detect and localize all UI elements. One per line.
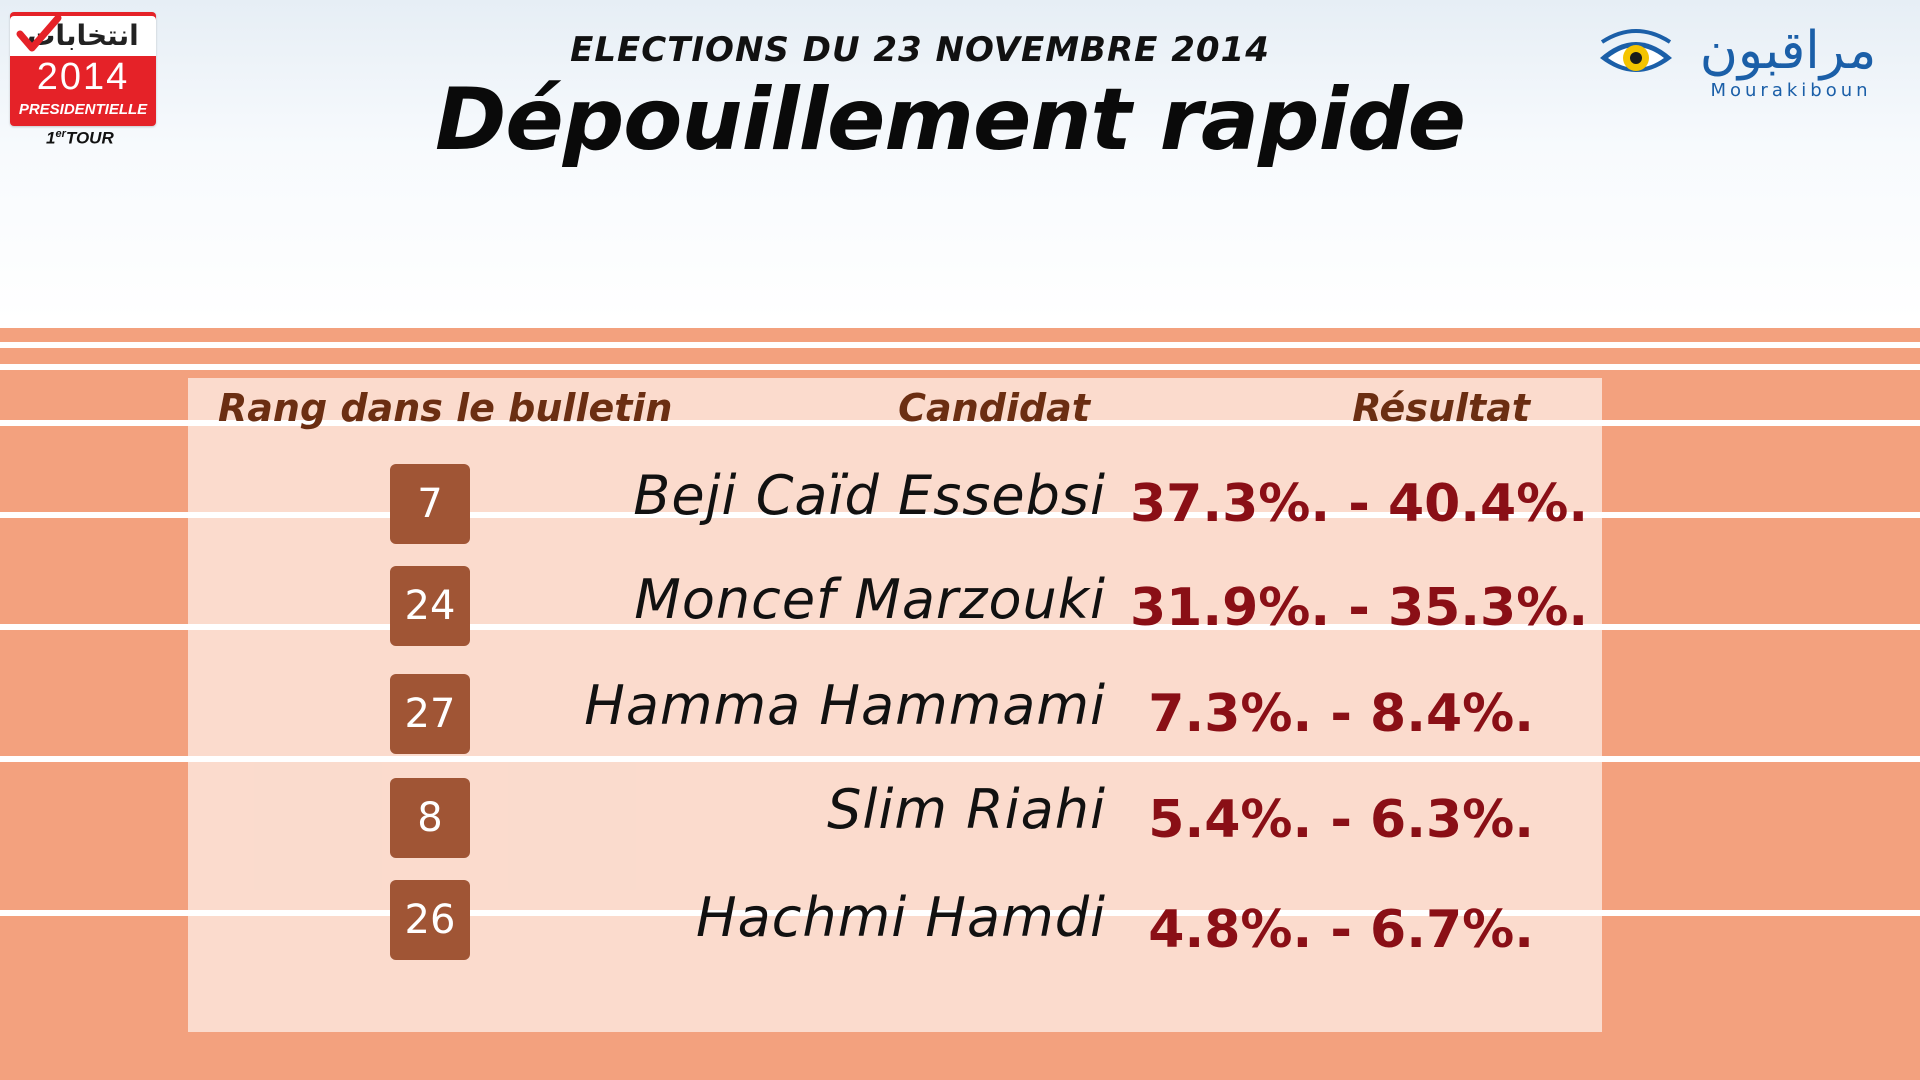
header-rank: Rang dans le bulletin xyxy=(218,386,673,430)
mourakiboun-logo: مراقبون Mourakiboun xyxy=(1596,20,1900,110)
track-line xyxy=(0,364,1920,370)
track-line xyxy=(0,342,1920,348)
rank-badge: 7 xyxy=(390,464,470,544)
header-candidate: Candidat xyxy=(898,386,1090,430)
result-range: 7.3%. - 8.4%. xyxy=(1148,684,1534,744)
table-row: 7 Beji Caïd Essebsi 37.3%. - 40.4%. xyxy=(0,464,1920,554)
table-row: 24 Moncef Marzouki 31.9%. - 35.3%. xyxy=(0,566,1920,656)
table-row: 26 Hachmi Hamdi 4.8%. - 6.7%. xyxy=(0,880,1920,970)
page-subtitle: ELECTIONS DU 23 NOVEMBRE 2014 xyxy=(570,30,1270,70)
candidate-name: Moncef Marzouki xyxy=(634,568,1106,631)
candidate-name: Hamma Hammami xyxy=(584,674,1106,737)
table-row: 8 Slim Riahi 5.4%. - 6.3%. xyxy=(0,778,1920,868)
logo-arabic-name: مراقبون xyxy=(1699,21,1877,81)
result-range: 5.4%. - 6.3%. xyxy=(1148,790,1534,850)
checkmark-icon xyxy=(16,14,62,52)
candidate-name: Beji Caïd Essebsi xyxy=(633,464,1106,527)
logo-latin-name: Mourakiboun xyxy=(1710,80,1872,101)
table-row: 27 Hamma Hammami 7.3%. - 8.4%. xyxy=(0,674,1920,764)
election-logo-badge: انتخابات 2014 PRESIDENTIELLE xyxy=(10,12,156,126)
rank-badge: 24 xyxy=(390,566,470,646)
logo-presidentielle: PRESIDENTIELLE xyxy=(18,101,148,118)
tour-word: TOUR xyxy=(65,128,114,148)
election-logo: انتخابات 2014 PRESIDENTIELLE 1erTOUR xyxy=(10,12,158,152)
result-range: 37.3%. - 40.4%. xyxy=(1130,474,1589,534)
result-range: 4.8%. - 6.7%. xyxy=(1148,900,1534,960)
logo-year: 2014 xyxy=(36,56,130,98)
candidate-name: Hachmi Hamdi xyxy=(696,886,1106,949)
tour-suffix: er xyxy=(55,128,66,140)
header-result: Résultat xyxy=(1352,386,1530,430)
candidate-name: Slim Riahi xyxy=(827,778,1106,841)
rank-badge: 26 xyxy=(390,880,470,960)
rank-badge: 27 xyxy=(390,674,470,754)
logo-tour: 1erTOUR xyxy=(46,128,114,149)
page-title: Dépouillement rapide xyxy=(435,70,1466,170)
eye-icon xyxy=(1600,29,1672,72)
result-range: 31.9%. - 35.3%. xyxy=(1130,578,1589,638)
rank-badge: 8 xyxy=(390,778,470,858)
track-line xyxy=(0,322,1920,328)
